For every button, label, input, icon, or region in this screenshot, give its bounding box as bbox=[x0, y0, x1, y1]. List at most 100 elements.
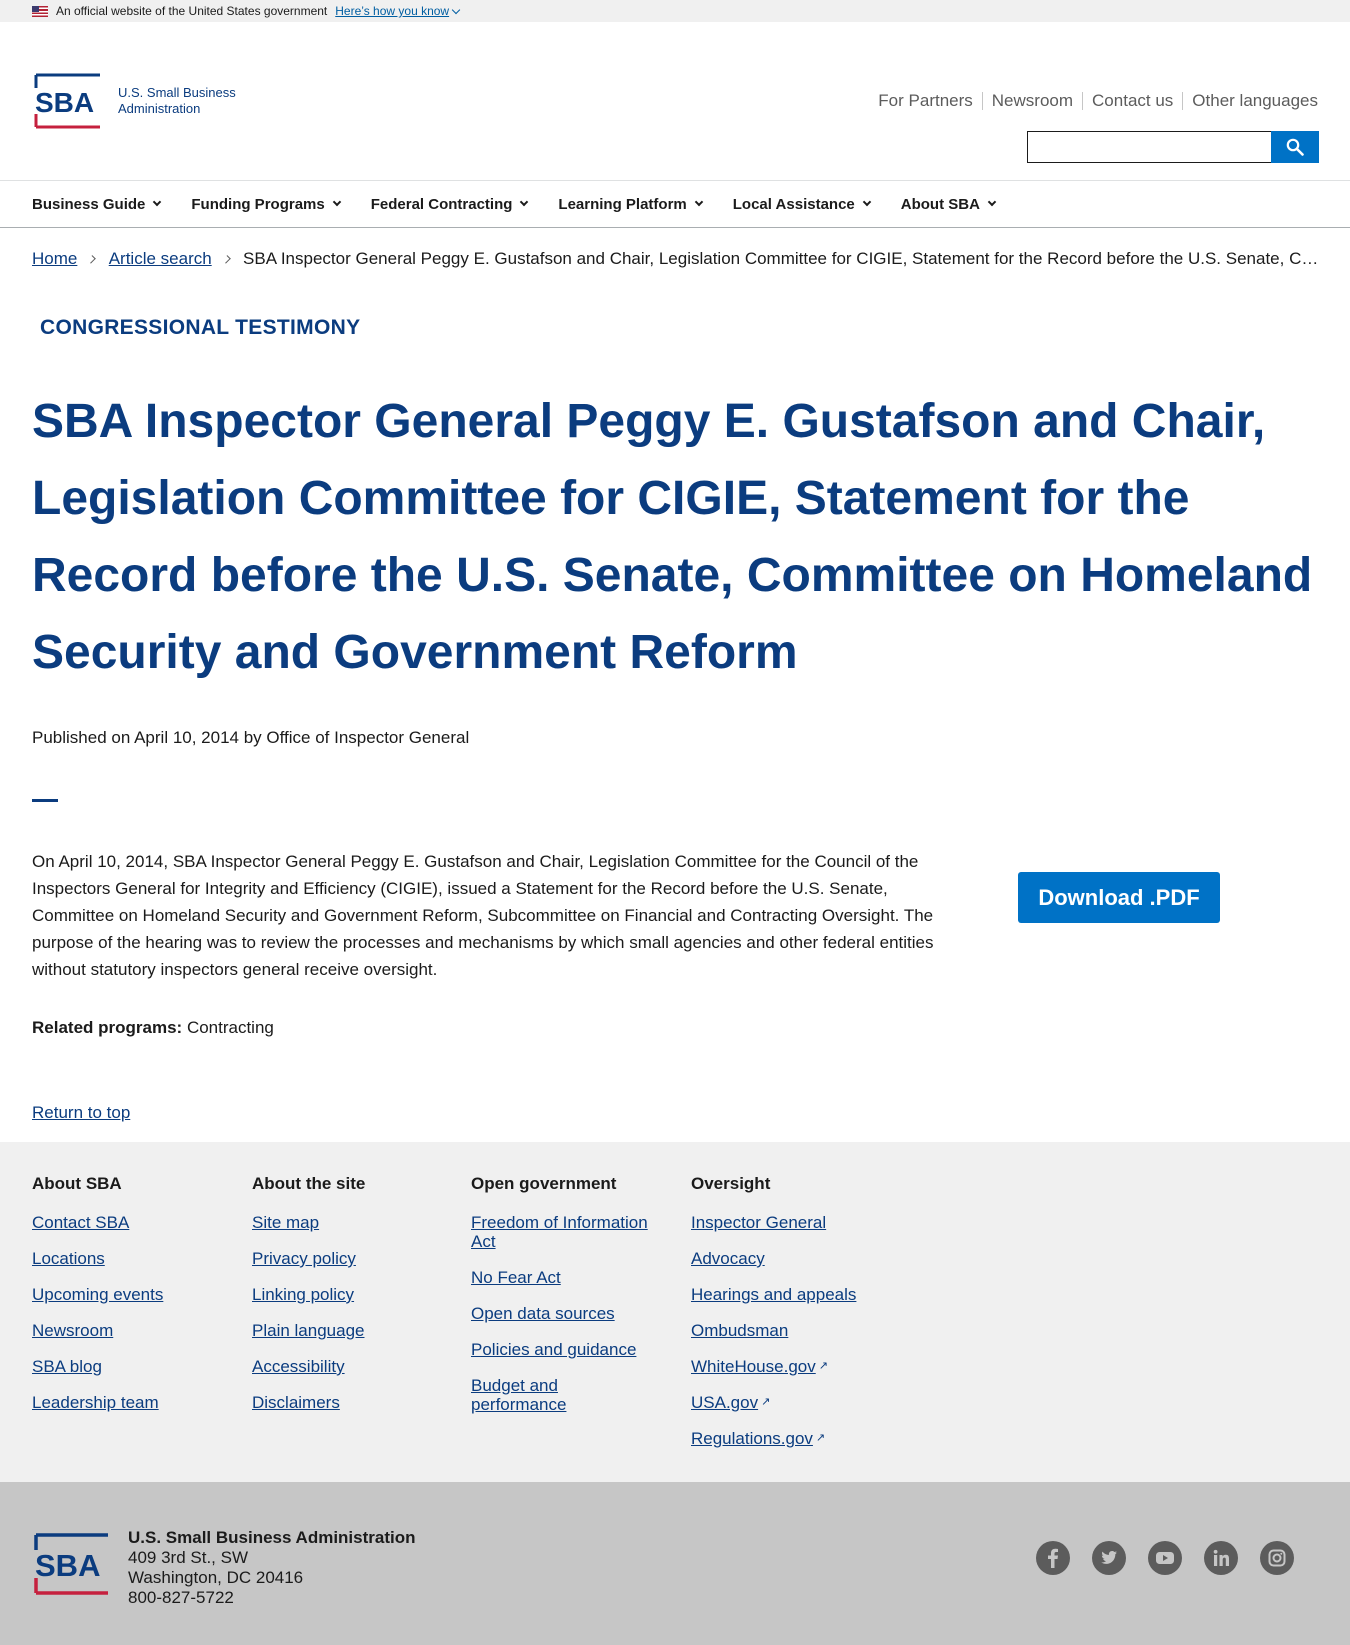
utility-link-other-languages[interactable]: Other languages bbox=[1183, 92, 1318, 110]
related-programs-label: Related programs: bbox=[32, 1018, 183, 1037]
nav-business-guide[interactable]: Business Guide bbox=[32, 195, 162, 213]
footer-link[interactable]: Upcoming events bbox=[32, 1285, 232, 1304]
chevron-down-icon bbox=[694, 197, 704, 207]
footer-link[interactable]: Freedom of Information Act bbox=[471, 1213, 666, 1251]
footer-column-oversight: Oversight Inspector General Advocacy Hea… bbox=[691, 1174, 891, 1465]
article-body: On April 10, 2014, SBA Inspector General… bbox=[32, 852, 934, 979]
download-pdf-button[interactable]: Download .PDF bbox=[1018, 872, 1220, 923]
footer-link-label: USA.gov bbox=[691, 1393, 759, 1412]
footer-link[interactable]: Locations bbox=[32, 1249, 232, 1268]
gov-banner: An official website of the United States… bbox=[0, 0, 1350, 22]
linkedin-glyph bbox=[1213, 1549, 1229, 1566]
related-programs: Related programs: Contracting bbox=[32, 1018, 274, 1038]
linkedin-icon[interactable] bbox=[1204, 1541, 1238, 1575]
page-title: SBA Inspector General Peggy E. Gustafson… bbox=[32, 395, 1313, 679]
footer-link[interactable]: Hearings and appeals bbox=[691, 1285, 891, 1304]
chevron-right-icon bbox=[87, 254, 97, 264]
footer-link-label: WhiteHouse.gov bbox=[691, 1357, 816, 1376]
search-button[interactable] bbox=[1271, 131, 1319, 163]
footer-column-open-government: Open government Freedom of Information A… bbox=[471, 1174, 666, 1431]
search-icon bbox=[1286, 138, 1304, 156]
footer-link[interactable]: Privacy policy bbox=[252, 1249, 452, 1268]
footer-link[interactable]: Ombudsman bbox=[691, 1321, 891, 1340]
instagram-icon[interactable] bbox=[1260, 1541, 1294, 1575]
sba-logo-icon: SBA bbox=[34, 1533, 108, 1595]
footer-address-line1: 409 3rd St., SW bbox=[128, 1548, 248, 1567]
nav-about-sba[interactable]: About SBA bbox=[900, 195, 997, 213]
footer-bottom: SBA U.S. Small Business Administration 4… bbox=[0, 1482, 1350, 1645]
svg-text:SBA: SBA bbox=[35, 87, 94, 118]
footer-sba-logo[interactable]: SBA bbox=[32, 1532, 112, 1601]
footer-link-usa-gov[interactable]: USA.gov ↗ bbox=[691, 1393, 891, 1412]
footer-link[interactable]: Newsroom bbox=[32, 1321, 232, 1340]
footer-link[interactable]: Plain language bbox=[252, 1321, 452, 1340]
footer-link-label: Regulations.gov bbox=[691, 1429, 813, 1448]
facebook-glyph bbox=[1048, 1548, 1058, 1568]
footer-column-about-the-site: About the site Site map Privacy policy L… bbox=[252, 1174, 452, 1429]
footer-link[interactable]: Leadership team bbox=[32, 1393, 232, 1412]
footer-phone: 800-827-5722 bbox=[128, 1588, 234, 1607]
published-meta: Published on April 10, 2014 by Office of… bbox=[32, 728, 470, 747]
nav-label: Business Guide bbox=[32, 195, 146, 213]
logo-agency-name: U.S. Small Business Administration bbox=[118, 85, 236, 116]
return-to-top-link[interactable]: Return to top bbox=[32, 1103, 130, 1123]
chevron-down-icon bbox=[153, 197, 162, 207]
search-input[interactable] bbox=[1027, 131, 1271, 163]
footer-heading: Open government bbox=[471, 1174, 617, 1193]
breadcrumb-home[interactable]: Home bbox=[32, 249, 77, 269]
youtube-glyph bbox=[1156, 1552, 1174, 1564]
nav-learning-platform[interactable]: Learning Platform bbox=[558, 196, 704, 213]
footer-link[interactable]: Policies and guidance bbox=[471, 1340, 666, 1359]
utility-link-for-partners[interactable]: For Partners bbox=[869, 92, 983, 110]
footer-link-regulations[interactable]: Regulations.gov ↗ bbox=[691, 1429, 891, 1448]
footer-heading: Oversight bbox=[691, 1174, 771, 1193]
footer-link[interactable]: Disclaimers bbox=[252, 1393, 452, 1412]
footer-address-line2: Washington, DC 20416 bbox=[128, 1568, 304, 1587]
external-link-icon: ↗ bbox=[815, 1432, 826, 1444]
nav-label: Federal Contracting bbox=[370, 195, 513, 213]
nav-label: Funding Programs bbox=[191, 195, 325, 213]
heres-how-you-know-link[interactable]: Here’s how you know bbox=[335, 4, 461, 18]
instagram-glyph bbox=[1268, 1549, 1286, 1567]
breadcrumb-article-search[interactable]: Article search bbox=[109, 249, 212, 269]
nav-local-assistance[interactable]: Local Assistance bbox=[733, 196, 872, 213]
footer-link[interactable]: Linking policy bbox=[252, 1285, 452, 1304]
nav-funding-programs[interactable]: Funding Programs bbox=[191, 195, 341, 213]
footer-link[interactable]: Advocacy bbox=[691, 1249, 891, 1268]
twitter-icon[interactable] bbox=[1092, 1541, 1126, 1575]
chevron-down-icon bbox=[451, 5, 461, 14]
footer-org-name: U.S. Small Business Administration bbox=[128, 1528, 416, 1547]
us-flag-icon bbox=[32, 5, 48, 17]
chevron-down-icon bbox=[862, 197, 872, 207]
breadcrumb-current: SBA Inspector General Peggy E. Gustafson… bbox=[243, 249, 1322, 268]
footer-link[interactable]: Contact SBA bbox=[32, 1213, 232, 1232]
utility-nav: For Partners Newsroom Contact us Other l… bbox=[869, 92, 1318, 110]
external-link-icon: ↗ bbox=[761, 1396, 771, 1408]
article-category: CONGRESSIONAL TESTIMONY bbox=[40, 316, 361, 339]
footer-column-about-sba: About SBA Contact SBA Locations Upcoming… bbox=[32, 1174, 232, 1429]
youtube-icon[interactable] bbox=[1148, 1541, 1182, 1575]
nav-federal-contracting[interactable]: Federal Contracting bbox=[370, 195, 529, 213]
heres-how-you-know-label: Here’s how you know bbox=[335, 4, 450, 18]
footer-link[interactable]: No Fear Act bbox=[471, 1268, 666, 1287]
footer-link[interactable]: Budget and performance bbox=[471, 1376, 581, 1414]
footer-link[interactable]: Inspector General bbox=[691, 1213, 891, 1232]
nav-label: About SBA bbox=[900, 195, 980, 213]
footer-link[interactable]: SBA blog bbox=[32, 1357, 232, 1376]
sba-logo[interactable]: SBA U.S. Small Business Administration bbox=[32, 72, 248, 130]
utility-link-contact-us[interactable]: Contact us bbox=[1083, 92, 1184, 110]
footer-link[interactable]: Accessibility bbox=[252, 1357, 452, 1376]
utility-link-newsroom[interactable]: Newsroom bbox=[983, 92, 1084, 110]
external-link-icon: ↗ bbox=[818, 1360, 828, 1372]
divider bbox=[32, 799, 58, 802]
social-links bbox=[1036, 1541, 1294, 1575]
breadcrumb: Home Article search SBA Inspector Genera… bbox=[32, 249, 1322, 269]
footer-link[interactable]: Open data sources bbox=[471, 1304, 666, 1323]
footer-address: U.S. Small Business Administration 409 3… bbox=[128, 1528, 416, 1608]
facebook-icon[interactable] bbox=[1036, 1541, 1070, 1575]
footer-link-whitehouse[interactable]: WhiteHouse.gov ↗ bbox=[691, 1357, 891, 1376]
related-programs-value: Contracting bbox=[186, 1018, 274, 1037]
chevron-down-icon bbox=[520, 197, 529, 207]
chevron-right-icon bbox=[221, 254, 231, 264]
footer-link[interactable]: Site map bbox=[252, 1213, 452, 1232]
